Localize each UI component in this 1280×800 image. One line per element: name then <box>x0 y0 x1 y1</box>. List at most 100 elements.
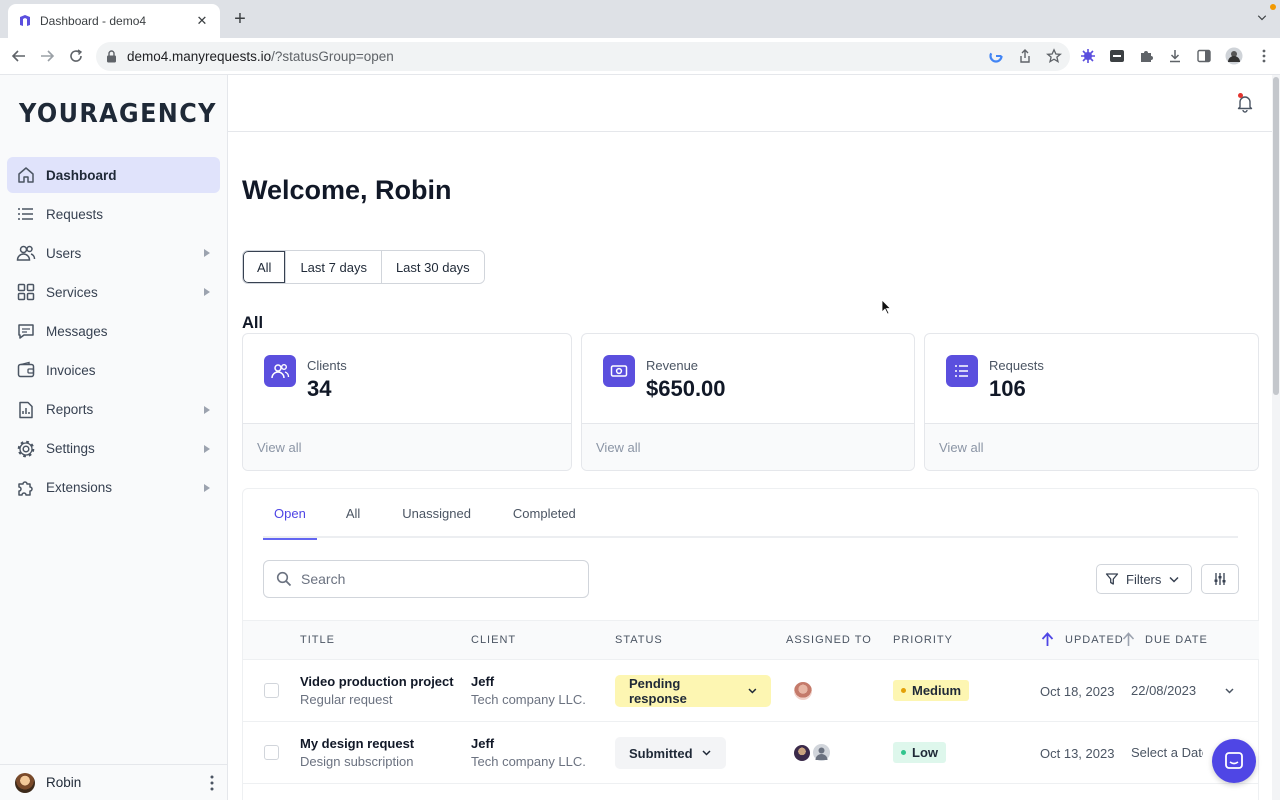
chevron-down-icon[interactable] <box>1225 688 1234 694</box>
view-all-link[interactable]: View all <box>243 423 571 470</box>
sidebar-item-invoices[interactable]: Invoices <box>7 352 220 388</box>
column-header-due-date[interactable]: Due date <box>1145 634 1208 646</box>
view-all-link[interactable]: View all <box>582 423 914 470</box>
close-tab-icon[interactable]: ✕ <box>194 13 210 29</box>
chat-icon <box>18 324 34 340</box>
sidebar-item-dashboard[interactable]: Dashboard <box>7 157 220 193</box>
column-header-status[interactable]: Status <box>615 634 663 646</box>
range-all-button[interactable]: All <box>243 251 286 283</box>
column-header-assigned-to[interactable]: Assigned to <box>786 634 872 646</box>
updated-date: Oct 13, 2023 <box>1040 746 1115 761</box>
status-label: Submitted <box>629 745 693 761</box>
kebab-menu-icon[interactable] <box>209 775 215 791</box>
search-input[interactable] <box>301 571 581 587</box>
status-dropdown[interactable]: Pending response <box>615 675 771 707</box>
grid-icon <box>17 284 35 301</box>
extension-screen-icon[interactable] <box>1109 48 1125 64</box>
sidebar-item-reports[interactable]: Reports <box>7 392 220 428</box>
sidebar: YOURAGENCY Dashboard Requests Users Serv… <box>0 75 228 800</box>
home-icon <box>18 167 34 183</box>
tab-unassigned[interactable]: Unassigned <box>391 489 482 538</box>
scrollbar-thumb[interactable] <box>1273 77 1279 395</box>
assignee-avatar[interactable] <box>794 682 812 700</box>
sliders-icon <box>1214 573 1226 585</box>
request-title[interactable]: Video production project <box>300 674 454 689</box>
date-range-toggle: All Last 7 days Last 30 days <box>242 250 485 284</box>
page-scrollbar[interactable] <box>1272 75 1280 800</box>
browser-toolbar: demo4.manyrequests.io/?statusGroup=open <box>0 38 1280 75</box>
request-type: Design subscription <box>300 754 414 769</box>
request-type: Regular request <box>300 692 393 707</box>
search-icon <box>276 571 292 587</box>
priority-dot <box>901 750 906 755</box>
url-text: demo4.manyrequests.io/?statusGroup=open <box>127 49 394 64</box>
sidebar-item-messages[interactable]: Messages <box>7 313 220 349</box>
sidebar-item-users[interactable]: Users <box>7 235 220 271</box>
table-row[interactable]: My design request Design subscription Je… <box>243 722 1259 784</box>
bookmark-star-icon[interactable] <box>1046 48 1062 64</box>
mouse-cursor-icon <box>881 299 891 315</box>
assignee-avatar[interactable] <box>811 742 832 763</box>
column-header-client[interactable]: Client <box>471 634 516 646</box>
due-date[interactable]: Select a Date <box>1131 745 1203 760</box>
profile-avatar-icon[interactable] <box>1225 47 1243 65</box>
sidebar-item-requests[interactable]: Requests <box>7 196 220 232</box>
client-company: Tech company LLC. <box>471 754 586 769</box>
user-menu[interactable]: Robin <box>0 764 227 800</box>
search-box[interactable] <box>263 560 589 598</box>
sidebar-item-label: Reports <box>46 402 94 418</box>
card-value: $650.00 <box>646 376 726 401</box>
sidebar-item-extensions[interactable]: Extensions <box>7 470 220 506</box>
list-icon <box>946 355 978 387</box>
address-bar[interactable]: demo4.manyrequests.io/?statusGroup=open <box>96 42 1070 71</box>
requests-panel: Open All Unassigned Completed Filters Ti… <box>242 488 1259 800</box>
update-indicator <box>1270 4 1276 10</box>
sort-arrow-icon[interactable] <box>1122 632 1135 647</box>
tab-completed[interactable]: Completed <box>502 489 587 538</box>
reload-icon[interactable] <box>67 47 85 65</box>
share-icon[interactable] <box>1017 48 1033 64</box>
priority-badge: Low <box>893 742 946 763</box>
assignee-avatar[interactable] <box>794 745 810 761</box>
column-settings-button[interactable] <box>1201 564 1239 594</box>
browser-tab-strip: Dashboard - demo4 ✕ + <box>0 0 1280 38</box>
revenue-card: Revenue $650.00 View all <box>581 333 915 471</box>
page-title: Welcome, Robin <box>242 175 452 205</box>
back-arrow-icon[interactable] <box>10 47 28 65</box>
extension-spark-icon[interactable] <box>1080 48 1096 64</box>
column-header-title[interactable]: Title <box>300 634 335 646</box>
wallet-icon <box>17 362 35 378</box>
request-title[interactable]: My design request <box>300 736 414 751</box>
status-label: Pending response <box>629 676 687 706</box>
browser-menu-icon[interactable] <box>1256 48 1272 64</box>
forward-arrow-icon[interactable] <box>38 47 56 65</box>
chat-support-button[interactable] <box>1212 739 1256 783</box>
google-icon[interactable] <box>988 48 1004 64</box>
table-row[interactable]: Video production project Regular request… <box>243 660 1259 722</box>
column-header-priority[interactable]: Priority <box>893 634 953 646</box>
tab-search-chevron-icon[interactable] <box>1256 12 1268 24</box>
requests-card: Requests 106 View all <box>924 333 1259 471</box>
sort-ascending-arrow-icon[interactable] <box>1041 632 1054 647</box>
column-header-updated[interactable]: Updated <box>1065 634 1124 646</box>
due-date[interactable]: 22/08/2023 <box>1131 683 1203 698</box>
view-all-link[interactable]: View all <box>925 423 1258 470</box>
sidebar-item-services[interactable]: Services <box>7 274 220 310</box>
side-panel-icon[interactable] <box>1196 48 1212 64</box>
extensions-puzzle-icon[interactable] <box>1138 48 1154 64</box>
range-7-days-button[interactable]: Last 7 days <box>285 251 381 283</box>
browser-tab[interactable]: Dashboard - demo4 ✕ <box>8 4 220 38</box>
sidebar-item-settings[interactable]: Settings <box>7 431 220 467</box>
row-checkbox[interactable] <box>264 683 279 698</box>
download-icon[interactable] <box>1167 48 1183 64</box>
status-dropdown[interactable]: Submitted <box>615 737 726 769</box>
agency-logo[interactable]: YOURAGENCY <box>19 99 217 129</box>
tab-all[interactable]: All <box>335 489 371 538</box>
submenu-caret-icon <box>204 444 210 453</box>
range-30-days-button[interactable]: Last 30 days <box>380 251 484 283</box>
client-company: Tech company LLC. <box>471 692 586 707</box>
row-checkbox[interactable] <box>264 745 279 760</box>
new-tab-icon[interactable]: + <box>230 8 250 30</box>
tab-open[interactable]: Open <box>263 489 317 540</box>
filters-button[interactable]: Filters <box>1096 564 1192 594</box>
